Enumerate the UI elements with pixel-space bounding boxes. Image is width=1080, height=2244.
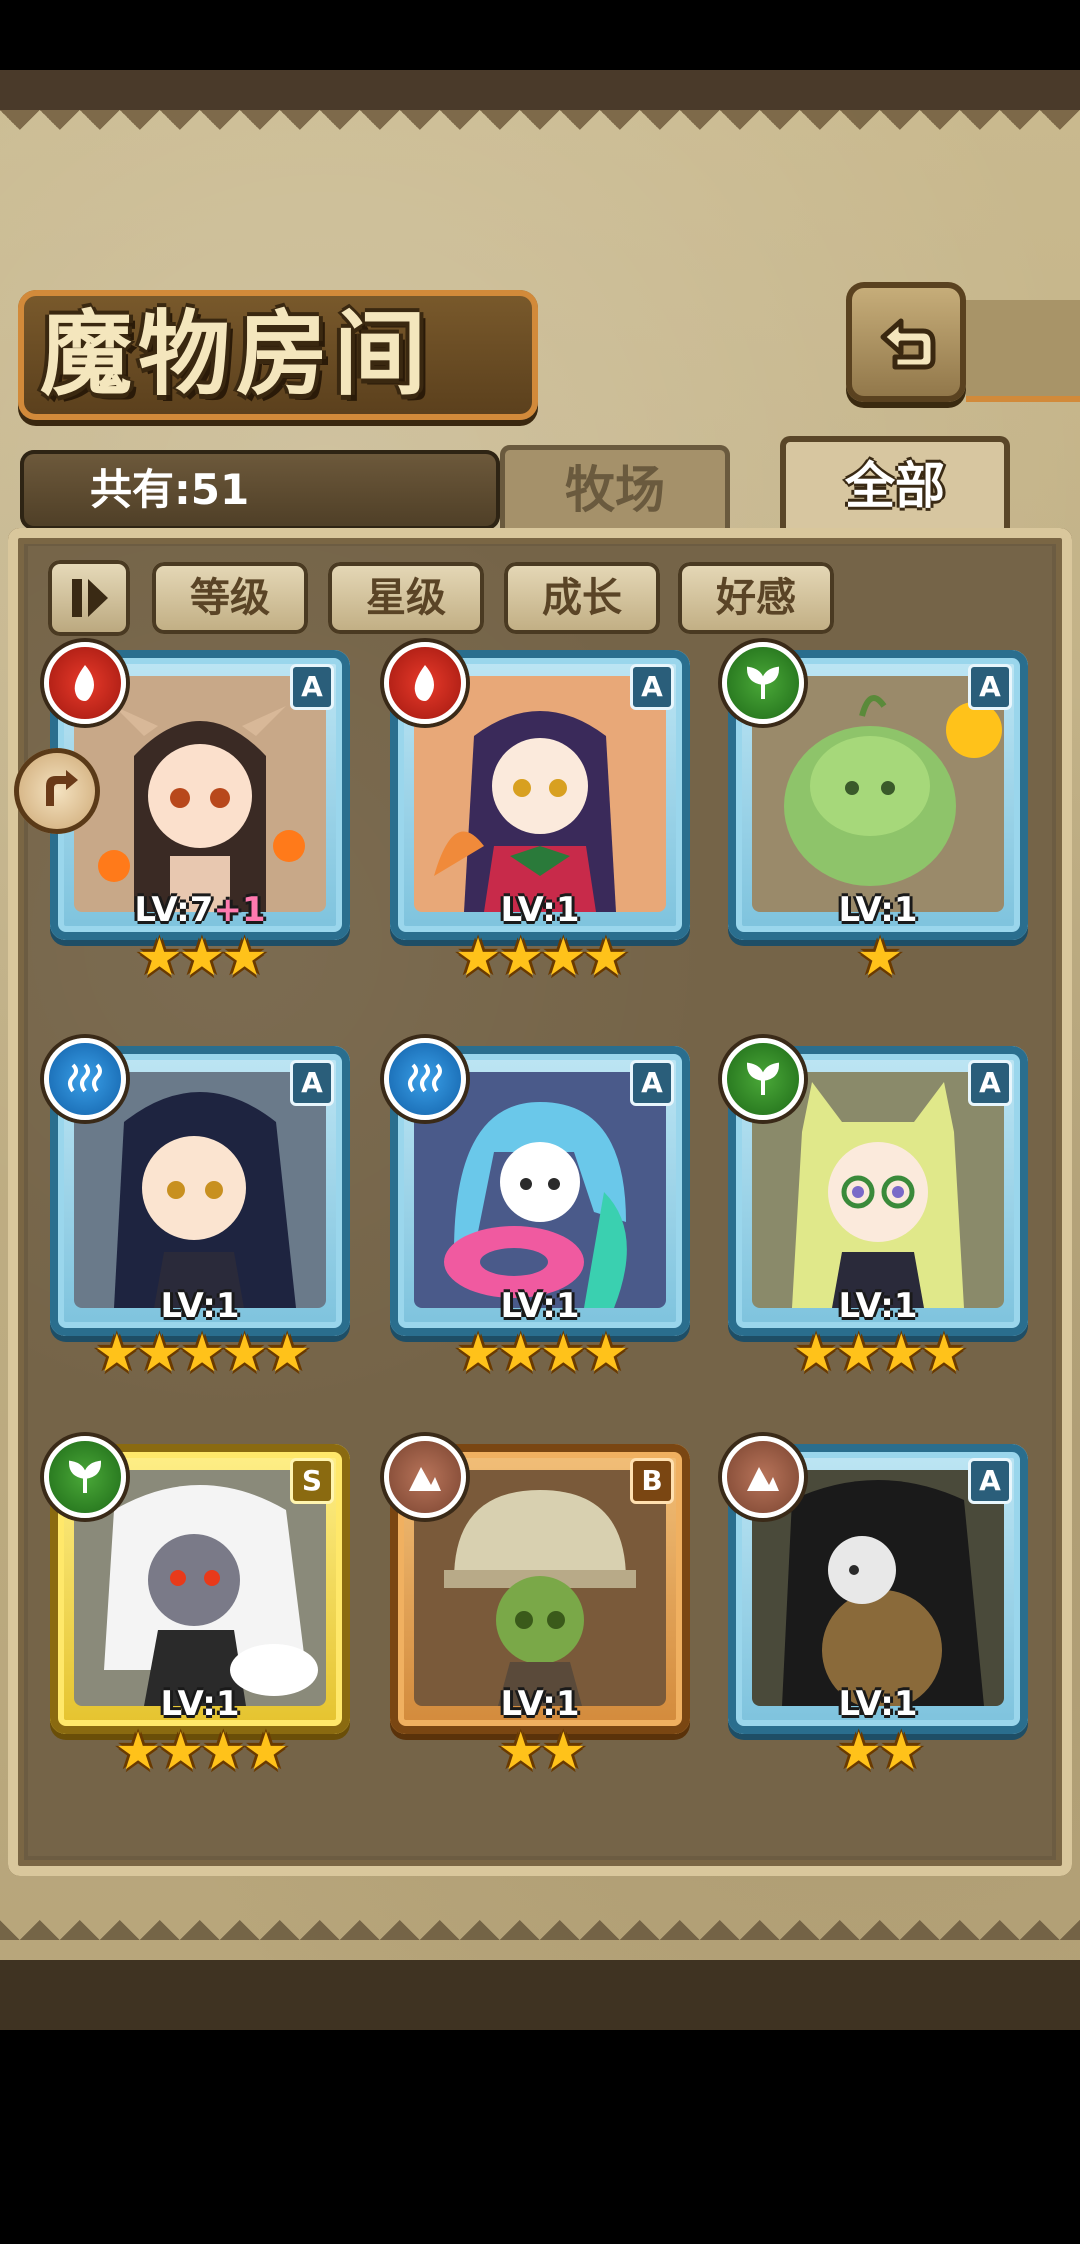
back-button[interactable] (846, 282, 966, 402)
star-rating: ★★★★ (454, 1324, 629, 1384)
water-element-icon (384, 1038, 466, 1120)
level-value: LV:7 (134, 890, 214, 930)
water-element-icon (44, 1038, 126, 1120)
monster-card[interactable]: A LV:1 ★★ (722, 1436, 1028, 1784)
level-bonus: +1 (213, 890, 266, 930)
sort-order-toggle[interactable] (48, 560, 130, 636)
rank-badge: A (290, 1060, 334, 1106)
rank-badge: A (630, 664, 674, 710)
grass-element-icon (722, 642, 804, 724)
rank-badge: A (968, 664, 1012, 710)
level-label: LV:7+1 (50, 890, 350, 930)
monster-card[interactable]: A LV:1 ★★★★★ (44, 1038, 350, 1386)
rank-badge: A (290, 664, 334, 710)
tab-ranch[interactable]: 牧场 (500, 445, 730, 535)
filter-growth-button[interactable]: 成长 (504, 562, 660, 634)
rank-badge: A (630, 1060, 674, 1106)
star-rating: ★★★★ (454, 928, 629, 988)
decor-bottom-strip (0, 1960, 1080, 2030)
monster-card[interactable]: S LV:1 ★★★★ (44, 1436, 350, 1784)
level-label: LV:1 (838, 1286, 918, 1326)
level-label: LV:1 (500, 1684, 580, 1724)
level-label: LV:1 (160, 1684, 240, 1724)
earth-element-icon (722, 1436, 804, 1518)
rank-badge: B (630, 1458, 674, 1504)
star-rating: ★★★★★ (93, 1324, 310, 1384)
fire-element-icon (44, 642, 126, 724)
level-label: LV:1 (500, 890, 580, 930)
rank-badge: A (968, 1060, 1012, 1106)
star-rating: ★★ (835, 1722, 924, 1782)
decor-border-bottom (0, 1900, 1080, 1950)
rank-badge: S (290, 1458, 334, 1504)
monster-count: 共有:51 (90, 465, 250, 514)
tab-all[interactable]: 全部 (780, 436, 1010, 536)
filter-affection-button[interactable]: 好感 (678, 562, 834, 634)
monster-card[interactable]: B LV:1 ★★ (384, 1436, 690, 1784)
decor-border-top (0, 110, 1080, 150)
level-label: LV:1 (838, 1684, 918, 1724)
level-label: LV:1 (838, 890, 918, 930)
curved-arrow-icon (46, 770, 78, 806)
page-title: 魔物房间 (40, 301, 433, 408)
monster-card[interactable]: A LV:7+1 ★★★ (44, 642, 350, 990)
collapse-side-button[interactable] (14, 748, 100, 834)
status-bar (0, 0, 1080, 70)
return-icon (880, 318, 936, 370)
earth-element-icon (384, 1436, 466, 1518)
rank-badge: A (968, 1458, 1012, 1504)
star-rating: ★★★★ (792, 1324, 967, 1384)
filter-star-button[interactable]: 星级 (328, 562, 484, 634)
monster-card[interactable]: A LV:1 ★ (722, 642, 1028, 990)
level-label: LV:1 (500, 1286, 580, 1326)
filter-level-button[interactable]: 等级 (152, 562, 308, 634)
monster-card[interactable]: A LV:1 ★★★★ (384, 1038, 690, 1386)
sort-order-icon (72, 579, 108, 617)
grass-element-icon (44, 1436, 126, 1518)
star-rating: ★★ (497, 1722, 586, 1782)
monster-card[interactable]: A LV:1 ★★★★ (722, 1038, 1028, 1386)
monster-card[interactable]: A LV:1 ★★★★ (384, 642, 690, 990)
star-rating: ★ (856, 928, 904, 988)
fire-element-icon (384, 642, 466, 724)
level-label: LV:1 (160, 1286, 240, 1326)
star-rating: ★★★★ (114, 1722, 289, 1782)
star-rating: ★★★ (136, 928, 268, 988)
grass-element-icon (722, 1038, 804, 1120)
back-rail (966, 300, 1080, 396)
navigation-bar (0, 2030, 1080, 2244)
